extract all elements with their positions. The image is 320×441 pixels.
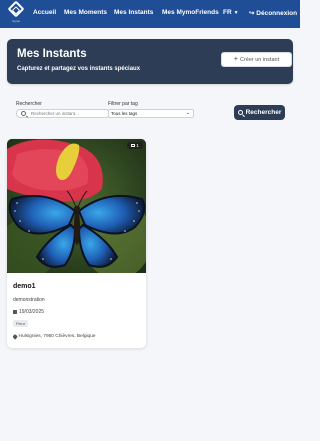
plus-icon: + bbox=[233, 56, 238, 63]
top-navbar: mymo Accueil Mes Moments Mes Instants Me… bbox=[0, 0, 300, 28]
instant-description: demonstration bbox=[13, 297, 45, 303]
instant-location: Hulsignies, 7950 Chièvres, Belgique bbox=[12, 334, 96, 339]
instant-date-value: 19/03/2025 bbox=[19, 309, 45, 315]
search-icon bbox=[21, 111, 26, 116]
logout-link[interactable]: ↪ Déconnexion bbox=[249, 9, 297, 17]
logout-icon: ↪ bbox=[249, 10, 255, 17]
filter-panel: Rechercher Filtrer par tag Tous les tags… bbox=[7, 92, 293, 130]
tag-filter-value: Tous les tags bbox=[111, 111, 138, 116]
language-label: FR bbox=[223, 9, 232, 16]
create-instant-button[interactable]: + Créer un instant bbox=[221, 52, 292, 67]
logo-icon bbox=[7, 0, 25, 18]
search-input[interactable] bbox=[31, 110, 109, 117]
instant-card[interactable]: 1 demo1 demonstration 19/03/2025 Fleur H… bbox=[7, 139, 146, 348]
map-pin-icon bbox=[12, 334, 18, 339]
chevron-down-icon: ⌄ bbox=[185, 110, 190, 116]
instant-title[interactable]: demo1 bbox=[13, 283, 36, 290]
nav-item-mes-instants[interactable]: Mes Instants bbox=[114, 9, 153, 16]
photo-count-badge: 1 bbox=[127, 142, 143, 149]
instant-photo[interactable]: 1 bbox=[7, 139, 146, 273]
nav-item-accueil[interactable]: Accueil bbox=[33, 9, 56, 16]
nav-item-mes-moments[interactable]: Mes Moments bbox=[64, 9, 107, 16]
page-title: Mes Instants bbox=[17, 48, 87, 60]
photo-count: 1 bbox=[136, 143, 139, 148]
search-field[interactable] bbox=[16, 109, 110, 118]
create-instant-label: Créer un instant bbox=[239, 56, 280, 63]
search-button-label: Rechercher bbox=[245, 109, 282, 116]
search-label: Rechercher bbox=[16, 101, 42, 107]
search-button[interactable]: Rechercher bbox=[234, 105, 285, 120]
page-subtitle: Capturez et partagez vos instants spécia… bbox=[17, 66, 141, 72]
instant-date: 19/03/2025 bbox=[13, 309, 44, 315]
instant-location-value: Hulsignies, 7950 Chièvres, Belgique bbox=[18, 334, 96, 339]
chevron-down-icon: ▼ bbox=[233, 10, 239, 16]
app-logo[interactable]: mymo bbox=[7, 0, 25, 25]
calendar-icon bbox=[13, 310, 17, 314]
tag-filter-label: Filtrer par tag bbox=[108, 101, 138, 107]
page-header-banner: Mes Instants Capturez et partagez vos in… bbox=[7, 39, 293, 84]
nav-item-mes-mymofriends[interactable]: Mes MymoFriends bbox=[162, 9, 219, 16]
search-icon bbox=[237, 110, 243, 115]
instant-tag[interactable]: Fleur bbox=[13, 320, 29, 327]
butterfly-image bbox=[7, 139, 146, 273]
logout-label: Déconnexion bbox=[256, 10, 298, 17]
image-icon bbox=[131, 144, 136, 147]
tag-filter-select[interactable]: Tous les tags ⌄ bbox=[108, 109, 194, 118]
logo-text: mymo bbox=[11, 19, 21, 23]
language-selector[interactable]: FR ▼ bbox=[223, 9, 239, 16]
